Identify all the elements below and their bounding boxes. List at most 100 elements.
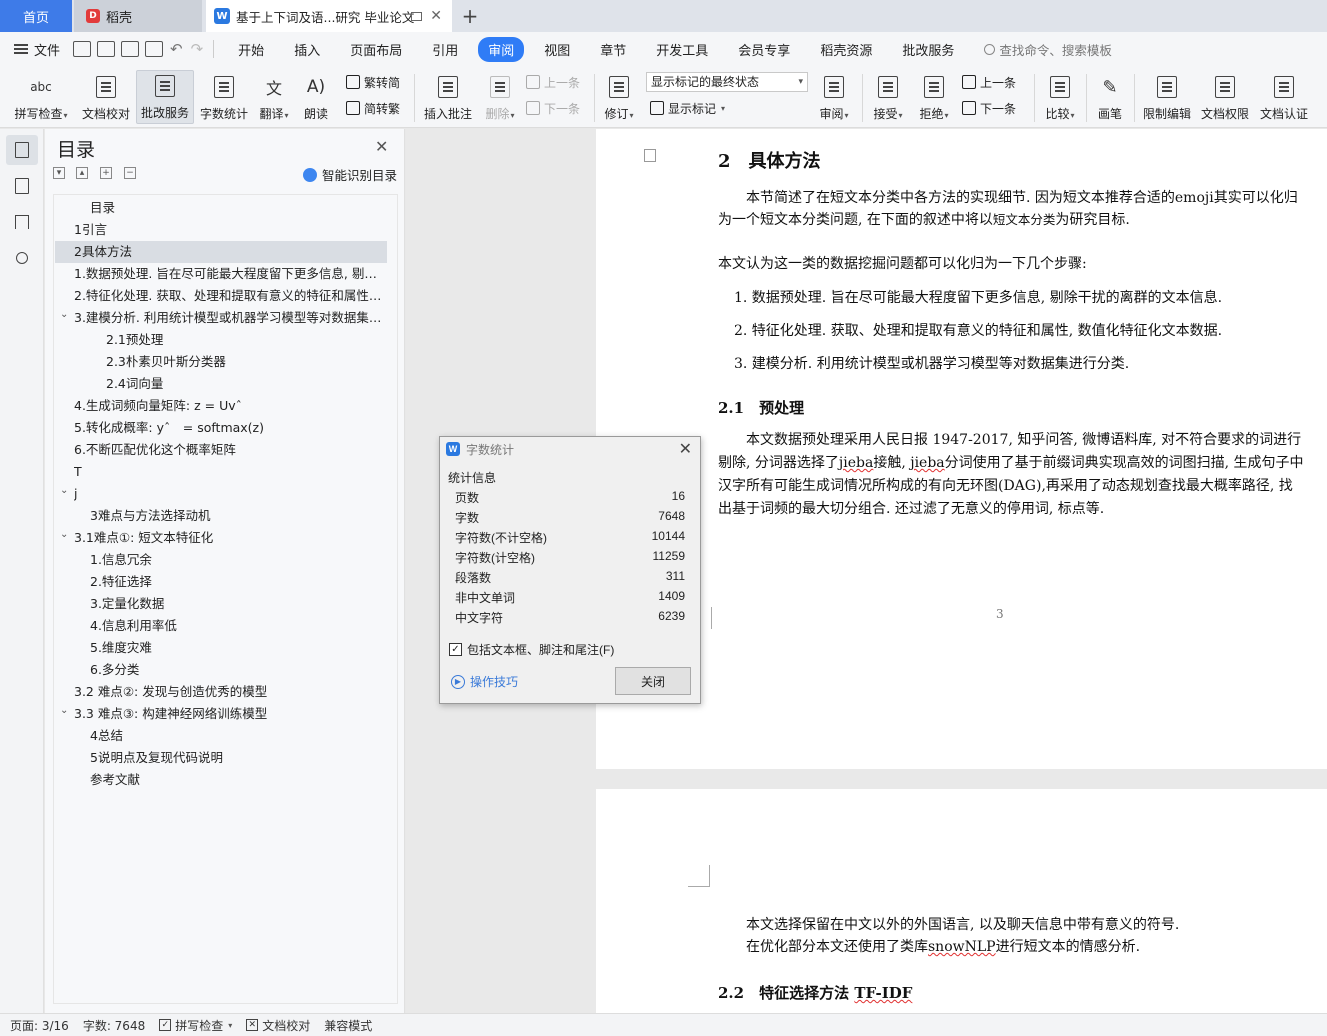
- toc-item[interactable]: T: [74, 461, 384, 483]
- doc-permission-button[interactable]: 文档权限: [1198, 70, 1252, 124]
- toc-item[interactable]: 3.建模分析. 利用统计模型或机器学习模型等对数据集进行分类.: [74, 307, 384, 329]
- toc-item[interactable]: 2.4词向量: [106, 373, 384, 395]
- collapse-all-icon[interactable]: ▾: [53, 167, 65, 179]
- review-service-button[interactable]: 批改服务: [136, 70, 194, 124]
- menu-tab-4[interactable]: 审阅: [478, 36, 525, 62]
- restrict-edit-button[interactable]: 限制编辑: [1140, 70, 1194, 124]
- prev-change-button[interactable]: 上一条: [962, 72, 1016, 92]
- toc-item[interactable]: 3.定量化数据: [90, 593, 384, 615]
- to-traditional-button[interactable]: 繁转简: [346, 72, 400, 92]
- new-tab-button[interactable]: +: [458, 4, 482, 28]
- read-aloud-button[interactable]: A) 朗读: [298, 70, 334, 124]
- include-textbox-checkbox[interactable]: ✓ 包括文本框、脚注和尾注(F): [449, 641, 614, 658]
- remove-level-icon[interactable]: −: [124, 167, 136, 179]
- menu-tab-6[interactable]: 章节: [590, 37, 636, 62]
- pen-button[interactable]: ✎ 画笔: [1092, 70, 1128, 124]
- toc-item[interactable]: 3.3 难点③: 构建神经网络训练模型: [74, 703, 384, 725]
- page-indicator[interactable]: 页面: 3/16: [10, 1017, 69, 1034]
- spell-check-button[interactable]: abc 拼写检查▾: [8, 70, 74, 124]
- toc-item[interactable]: 4.信息利用率低: [90, 615, 384, 637]
- toc-panel-button[interactable]: [6, 135, 38, 165]
- toc-expand-icon[interactable]: ⌄: [60, 705, 68, 716]
- close-button[interactable]: 关闭: [615, 667, 691, 695]
- show-markup-button[interactable]: 显示标记 ▾: [650, 98, 725, 118]
- compare-button[interactable]: 比较▾: [1040, 70, 1080, 124]
- translate-button[interactable]: 文 翻译▾: [254, 70, 294, 124]
- menu-tab-8[interactable]: 会员专享: [728, 37, 800, 62]
- toc-item[interactable]: 参考文献: [90, 769, 384, 791]
- menu-tab-2[interactable]: 页面布局: [340, 37, 412, 62]
- toc-item[interactable]: 5.转化成概率: yˆ = softmax(z): [74, 417, 384, 439]
- smart-toc-button[interactable]: 智能识别目录: [303, 165, 397, 184]
- menu-tab-10[interactable]: 批改服务: [892, 37, 964, 62]
- close-icon[interactable]: ✕: [375, 137, 388, 156]
- toc-item[interactable]: 4.生成词频向量矩阵: z = Uvˆ: [74, 395, 384, 417]
- toc-item[interactable]: 6.不断匹配优化这个概率矩阵: [74, 439, 384, 461]
- add-level-icon[interactable]: +: [100, 167, 112, 179]
- expand-up-icon[interactable]: ▴: [76, 167, 88, 179]
- redo-icon[interactable]: ↷: [191, 40, 204, 58]
- doc-check-status[interactable]: ✕ 文档校对: [246, 1017, 310, 1034]
- accept-button[interactable]: 接受▾: [868, 70, 908, 124]
- toc-item[interactable]: 目录: [90, 197, 384, 219]
- tab-daoke[interactable]: D 稻壳: [74, 0, 202, 32]
- doc-certify-button[interactable]: 文档认证: [1256, 70, 1312, 124]
- tab-home[interactable]: 首页: [0, 0, 72, 32]
- to-simplified-button[interactable]: 简转繁: [346, 98, 400, 118]
- bookmark-panel-button[interactable]: [6, 207, 38, 237]
- toc-item[interactable]: 2.特征化处理. 获取、处理和提取有意义的特征和属性, 数值化特征化文本数据.: [74, 285, 384, 307]
- file-menu-button[interactable]: 文件: [0, 40, 70, 59]
- toc-item[interactable]: 1.信息冗余: [90, 549, 384, 571]
- tab-document[interactable]: W 基于上下词及语...研究 毕业论文 ✕: [206, 0, 452, 32]
- menu-tab-7[interactable]: 开发工具: [646, 37, 718, 62]
- menu-tab-1[interactable]: 插入: [284, 37, 330, 62]
- toc-item[interactable]: 2.特征选择: [90, 571, 384, 593]
- export-icon[interactable]: [97, 41, 116, 57]
- toc-item[interactable]: 3难点与方法选择动机: [90, 505, 384, 527]
- doc-check-button[interactable]: 文档校对: [78, 70, 134, 124]
- prev-comment-button[interactable]: 上一条: [526, 72, 580, 92]
- close-tab-icon[interactable]: ✕: [430, 8, 442, 24]
- toc-item[interactable]: 2.1预处理: [106, 329, 384, 351]
- toc-item[interactable]: 4总结: [90, 725, 384, 747]
- close-icon[interactable]: ✕: [679, 439, 692, 459]
- toc-item[interactable]: 3.1难点①: 短文本特征化: [74, 527, 384, 549]
- word-count-indicator[interactable]: 字数: 7648: [83, 1017, 145, 1034]
- track-changes-button[interactable]: 修订▾: [600, 70, 638, 124]
- toc-item[interactable]: 2具体方法: [55, 241, 387, 263]
- insert-comment-button[interactable]: 插入批注: [420, 70, 476, 124]
- delete-comment-button[interactable]: 删除▾: [480, 70, 520, 124]
- window-icon[interactable]: [411, 11, 422, 21]
- reject-button[interactable]: 拒绝▾: [914, 70, 954, 124]
- toc-expand-icon[interactable]: ⌄: [60, 485, 68, 496]
- toc-item[interactable]: 3.2 难点②: 发现与创造优秀的模型: [74, 681, 384, 703]
- toc-item[interactable]: 1引言: [74, 219, 384, 241]
- dialog-titlebar[interactable]: W 字数统计: [440, 437, 700, 461]
- toc-item[interactable]: 2.3朴素贝叶斯分类器: [106, 351, 384, 373]
- markup-state-select[interactable]: 显示标记的最终状态 ▾: [646, 72, 808, 92]
- word-count-button[interactable]: 字数统计: [196, 70, 252, 124]
- next-change-button[interactable]: 下一条: [962, 98, 1016, 118]
- toc-item[interactable]: j: [74, 483, 384, 505]
- command-search[interactable]: 查找命令、搜索模板: [984, 40, 1112, 59]
- toc-item[interactable]: 1.数据预处理. 旨在尽可能最大程度留下更多信息, 剔除干扰的离群的文本信息.: [74, 263, 384, 285]
- toc-expand-icon[interactable]: ⌄: [60, 309, 68, 320]
- menu-tab-3[interactable]: 引用: [422, 37, 468, 62]
- find-panel-button[interactable]: [6, 243, 38, 273]
- page-options-icon[interactable]: [644, 149, 656, 162]
- toc-item[interactable]: 6.多分类: [90, 659, 384, 681]
- undo-icon[interactable]: ↶: [170, 40, 183, 58]
- menu-tab-5[interactable]: 视图: [534, 37, 580, 62]
- next-comment-button[interactable]: 下一条: [526, 98, 580, 118]
- review-pane-button[interactable]: 审阅▾: [814, 70, 854, 124]
- menu-tab-9[interactable]: 稻壳资源: [810, 37, 882, 62]
- toc-item[interactable]: 5说明点及复现代码说明: [90, 747, 384, 769]
- toc-expand-icon[interactable]: ⌄: [60, 529, 68, 540]
- menu-tab-0[interactable]: 开始: [228, 37, 274, 62]
- preview-icon[interactable]: [145, 41, 164, 57]
- spell-check-status[interactable]: ✓ 拼写检查 ▾: [159, 1017, 232, 1034]
- chapter-panel-button[interactable]: [6, 171, 38, 201]
- tips-link[interactable]: ▶ 操作技巧: [451, 673, 518, 690]
- toc-item[interactable]: 5.维度灾难: [90, 637, 384, 659]
- save-icon[interactable]: [73, 41, 92, 57]
